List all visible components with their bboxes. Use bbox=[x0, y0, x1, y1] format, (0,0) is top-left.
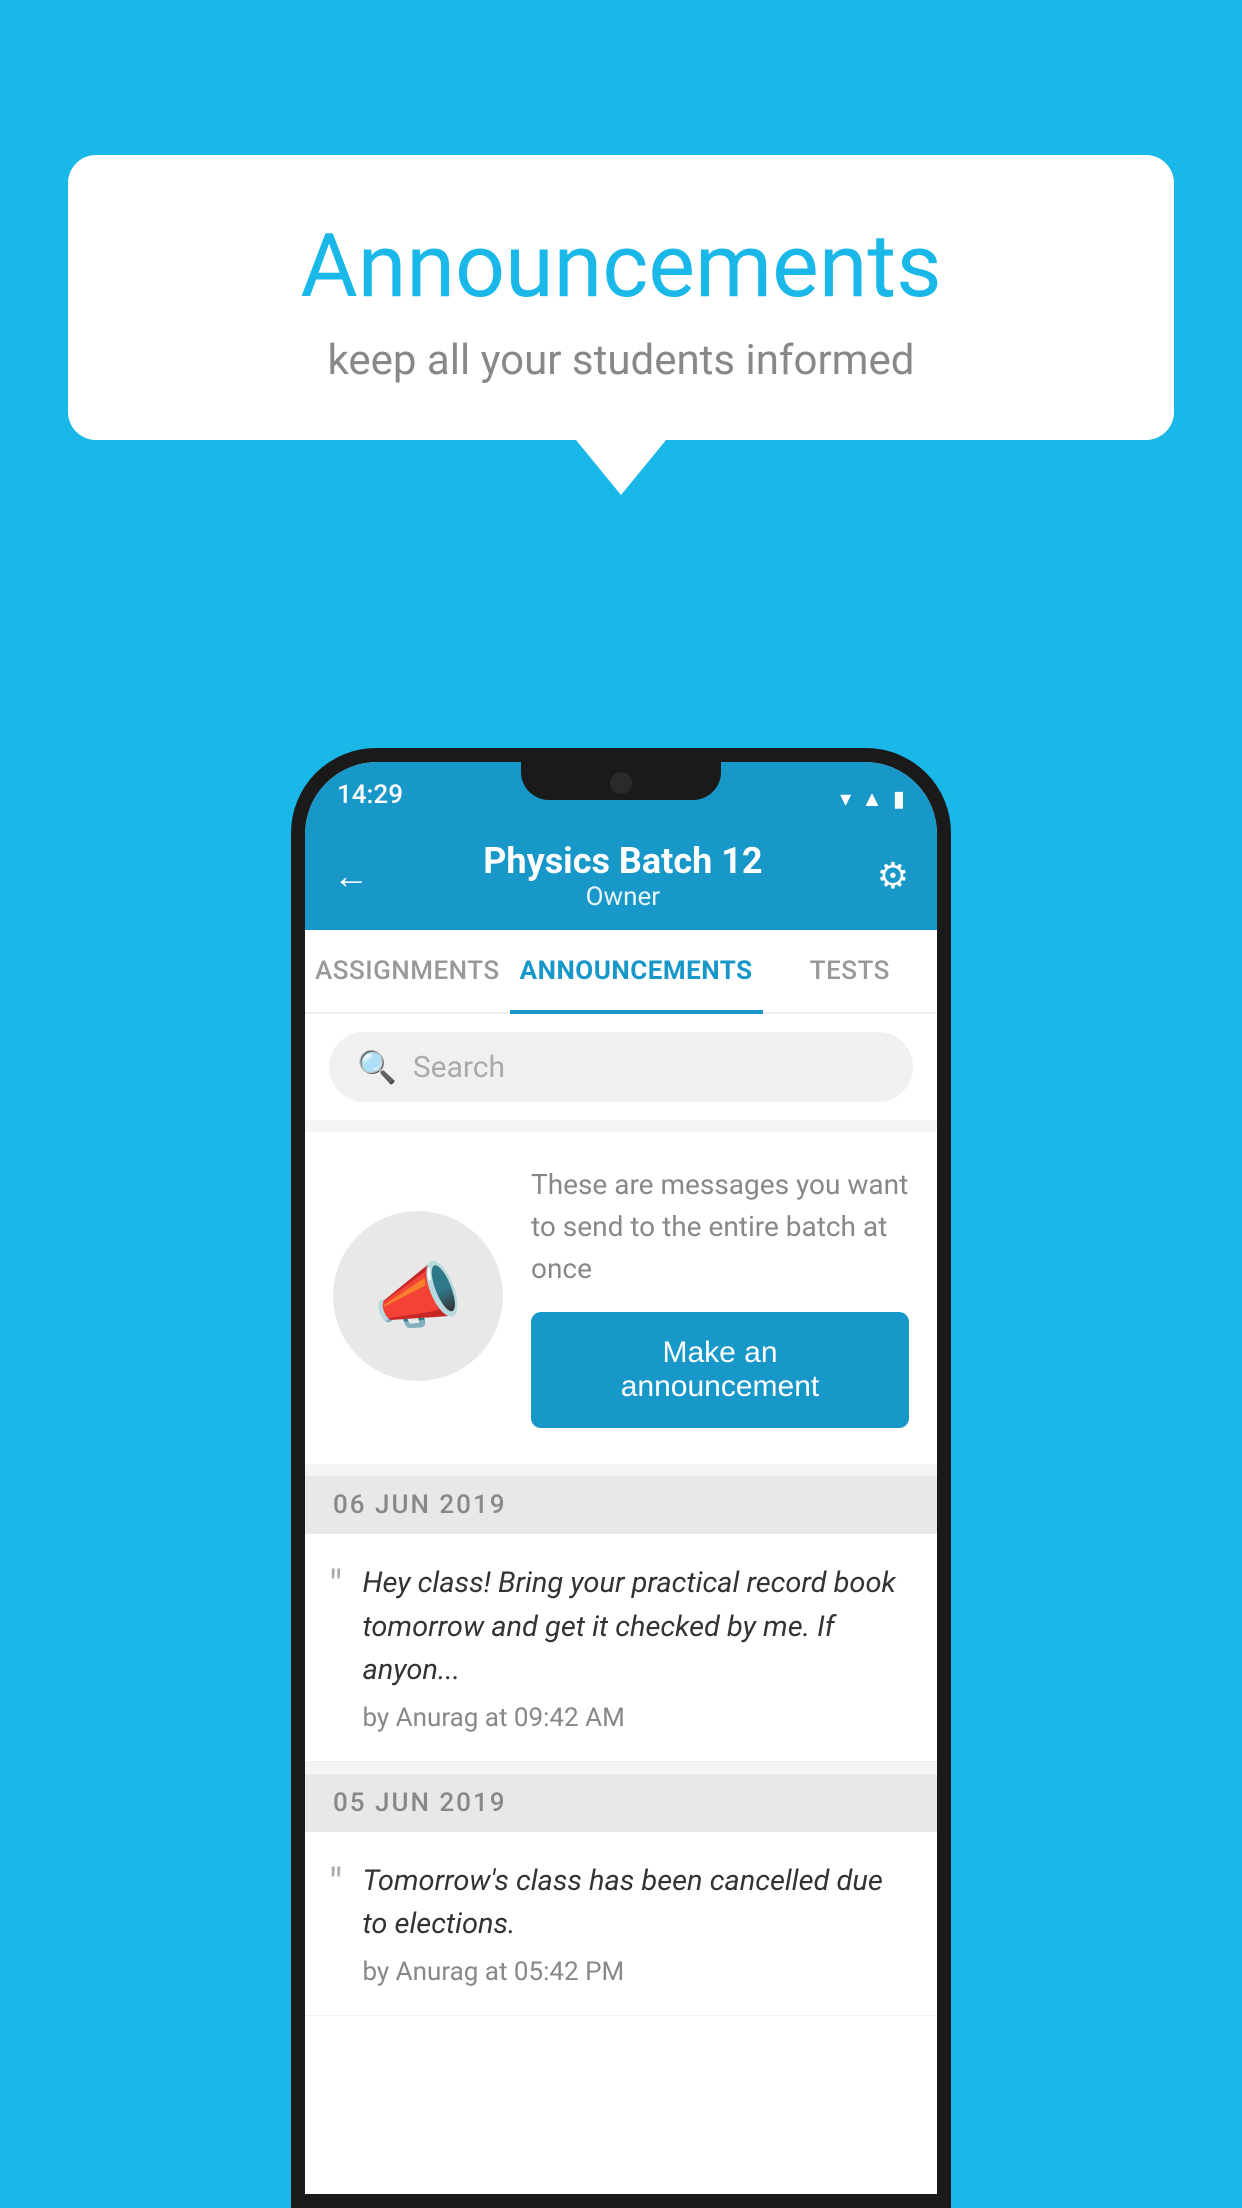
wifi-icon: ▾ bbox=[840, 787, 851, 812]
megaphone-icon: 📣 bbox=[373, 1254, 463, 1339]
header-center: Physics Batch 12 Owner bbox=[483, 840, 762, 912]
phone-frame: 14:29 ▾ ▲ ▮ ← Physics Batch 12 Owner ⚙ A… bbox=[291, 748, 951, 2208]
phone-camera bbox=[610, 772, 632, 794]
make-announcement-button[interactable]: Make an announcement bbox=[531, 1312, 909, 1428]
status-time: 14:29 bbox=[337, 780, 403, 812]
search-icon: 🔍 bbox=[357, 1048, 397, 1086]
tabs-bar: ASSIGNMENTS ANNOUNCEMENTS TESTS bbox=[305, 930, 937, 1014]
search-placeholder: Search bbox=[413, 1050, 505, 1085]
app-header: ← Physics Batch 12 Owner ⚙ bbox=[305, 820, 937, 930]
announcement-text-2: Tomorrow's class has been cancelled due … bbox=[362, 1860, 909, 1947]
back-button[interactable]: ← bbox=[333, 855, 369, 897]
bubble-tail bbox=[576, 440, 666, 495]
content-area: 🔍 Search 📣 These are messages you want t… bbox=[305, 1014, 937, 2016]
speech-bubble-card: Announcements keep all your students inf… bbox=[68, 155, 1174, 440]
search-container: 🔍 Search bbox=[305, 1014, 937, 1120]
announcement-author-1: by Anurag at 09:42 AM bbox=[362, 1703, 909, 1733]
date-separator-1: 06 JUN 2019 bbox=[305, 1476, 937, 1534]
signal-icon: ▲ bbox=[861, 786, 883, 812]
announcement-content-1: Hey class! Bring your practical record b… bbox=[362, 1562, 909, 1733]
announcement-author-2: by Anurag at 05:42 PM bbox=[362, 1957, 909, 1987]
phone-notch bbox=[521, 762, 721, 800]
tab-tests[interactable]: TESTS bbox=[763, 930, 937, 1012]
quote-icon-1: " bbox=[329, 1566, 342, 1733]
tab-announcements[interactable]: ANNOUNCEMENTS bbox=[510, 930, 763, 1012]
status-icons: ▾ ▲ ▮ bbox=[840, 786, 905, 812]
bubble-title: Announcements bbox=[148, 215, 1094, 318]
promo-text: These are messages you want to send to t… bbox=[531, 1164, 909, 1290]
announcement-text-1: Hey class! Bring your practical record b… bbox=[362, 1562, 909, 1693]
header-subtitle: Owner bbox=[483, 882, 762, 912]
announcement-item-1[interactable]: " Hey class! Bring your practical record… bbox=[305, 1534, 937, 1762]
promo-card: 📣 These are messages you want to send to… bbox=[305, 1132, 937, 1464]
phone-screen: 14:29 ▾ ▲ ▮ ← Physics Batch 12 Owner ⚙ A… bbox=[305, 762, 937, 2194]
gear-icon[interactable]: ⚙ bbox=[877, 855, 909, 897]
promo-icon-circle: 📣 bbox=[333, 1211, 503, 1381]
header-title: Physics Batch 12 bbox=[483, 840, 762, 882]
battery-icon: ▮ bbox=[893, 787, 905, 812]
quote-icon-2: " bbox=[329, 1864, 342, 1987]
tab-assignments[interactable]: ASSIGNMENTS bbox=[305, 930, 510, 1012]
search-bar[interactable]: 🔍 Search bbox=[329, 1032, 913, 1102]
announcement-content-2: Tomorrow's class has been cancelled due … bbox=[362, 1860, 909, 1987]
date-separator-2: 05 JUN 2019 bbox=[305, 1774, 937, 1832]
promo-content: These are messages you want to send to t… bbox=[531, 1164, 909, 1428]
bubble-subtitle: keep all your students informed bbox=[148, 336, 1094, 385]
announcement-item-2[interactable]: " Tomorrow's class has been cancelled du… bbox=[305, 1832, 937, 2016]
speech-bubble-section: Announcements keep all your students inf… bbox=[68, 155, 1174, 495]
